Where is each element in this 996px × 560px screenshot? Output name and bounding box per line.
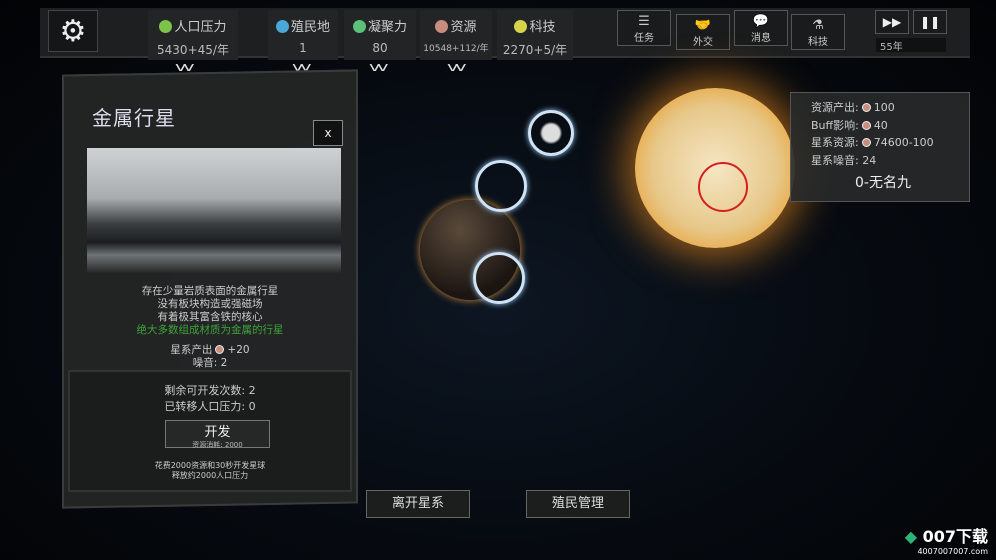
flask-icon: ⚗: [812, 18, 824, 33]
develop-button[interactable]: 开发 资源消耗: 2000: [165, 420, 270, 449]
info-value: 40: [873, 118, 888, 132]
planet-image: [87, 148, 341, 274]
stat-population[interactable]: 人口压力 5430+45/年: [148, 10, 238, 60]
fast-forward-button[interactable]: ▶▶: [875, 10, 909, 34]
diplomacy-button[interactable]: 🤝 外交: [676, 14, 730, 50]
message-icon: 💬: [752, 14, 770, 29]
info-label: 星系噪音:: [811, 153, 859, 167]
button-label: 外交: [693, 37, 713, 48]
info-value: 74600-100: [873, 136, 934, 149]
system-name: 0-无名九: [855, 175, 911, 191]
task-icon: ☰: [638, 14, 650, 29]
close-button[interactable]: x: [313, 120, 343, 146]
stat-value: 5430+45/年: [157, 43, 229, 57]
leave-system-button[interactable]: 离开星系: [366, 490, 470, 518]
planet-orbit-marker[interactable]: [528, 110, 574, 156]
info-label: Buff影响:: [811, 118, 859, 132]
colony-icon: [275, 20, 289, 33]
stat-cohesion[interactable]: 凝聚力 80: [344, 10, 416, 60]
noise-line: 噪音: 2: [192, 357, 228, 369]
handshake-icon: 🤝: [694, 18, 712, 33]
button-label: 消息: [751, 33, 771, 44]
planet-title: 金属行星: [92, 106, 176, 130]
info-label: 资源产出:: [811, 101, 859, 114]
chevron-down-icon[interactable]: vv: [447, 60, 467, 74]
transferred-pressure: 已转移人口压力: 0: [164, 400, 256, 413]
pause-button[interactable]: ❚❚: [913, 10, 947, 34]
watermark-logo: ◆ 007下载 4007007007.com: [904, 527, 988, 556]
stat-label: 资源: [450, 20, 477, 35]
pause-icon: ❚❚: [919, 15, 941, 29]
population-icon: [159, 20, 173, 33]
info-label: 星系资源:: [811, 136, 859, 149]
stat-colony[interactable]: 殖民地 1: [268, 10, 338, 60]
info-value: 100: [873, 101, 895, 114]
resource-icon: [215, 345, 225, 354]
develop-label: 开发: [204, 425, 231, 440]
develop-cost: 资源消耗: 2000: [192, 441, 243, 449]
info-row: 星系资源: 74600-100: [811, 134, 969, 152]
resource-icon: [435, 20, 449, 33]
resource-icon: [861, 103, 871, 112]
resource-icon: [861, 120, 871, 130]
stat-value: 1: [299, 41, 307, 55]
tech-icon: [514, 20, 528, 33]
stat-label: 凝聚力: [367, 20, 407, 35]
year-display: 55年: [876, 38, 946, 53]
stat-label: 殖民地: [290, 20, 330, 35]
remaining-dev: 剩余可开发次数: 2: [164, 384, 256, 397]
fast-forward-icon: ▶▶: [882, 15, 902, 29]
stat-label: 人口压力: [174, 20, 227, 35]
stat-resource[interactable]: 资源 10548+112/年: [420, 10, 492, 60]
stat-value: 80: [372, 41, 388, 55]
button-label: 任务: [634, 33, 654, 44]
system-info-panel: 资源产出: 100 Buff影响: 40 星系资源: 74600-100 星系噪音: …: [790, 92, 970, 202]
info-row: Buff影响: 40: [811, 117, 969, 135]
develop-note: 释放约2000人口压力: [171, 471, 249, 480]
gear-icon: ⚙: [59, 13, 87, 49]
info-row: 星系噪音: 24: [811, 152, 969, 170]
resource-icon: [861, 138, 871, 147]
chevron-down-icon[interactable]: vv: [369, 60, 389, 74]
stat-value: 2270+5/年: [502, 43, 568, 57]
info-row: 资源产出: 100: [811, 99, 969, 117]
colony-management-button[interactable]: 殖民管理: [526, 490, 630, 518]
planet-orbit-marker[interactable]: [473, 252, 525, 304]
planet-orbit-marker[interactable]: [475, 160, 527, 212]
info-value: 24: [862, 153, 877, 167]
stat-label: 科技: [529, 20, 556, 35]
settings-button[interactable]: ⚙: [48, 10, 98, 52]
button-label: 科技: [808, 37, 828, 48]
stat-tech[interactable]: 科技 2270+5/年: [497, 10, 573, 60]
message-button[interactable]: 💬 消息: [734, 10, 788, 46]
stat-value: 10548+112/年: [423, 44, 489, 54]
task-button[interactable]: ☰ 任务: [617, 10, 671, 46]
selection-ring: [698, 162, 748, 212]
description-highlight: 绝大多数组成材质为金属的行星: [136, 324, 284, 336]
cohesion-icon: [352, 20, 366, 33]
tech-button[interactable]: ⚗ 科技: [791, 14, 845, 50]
